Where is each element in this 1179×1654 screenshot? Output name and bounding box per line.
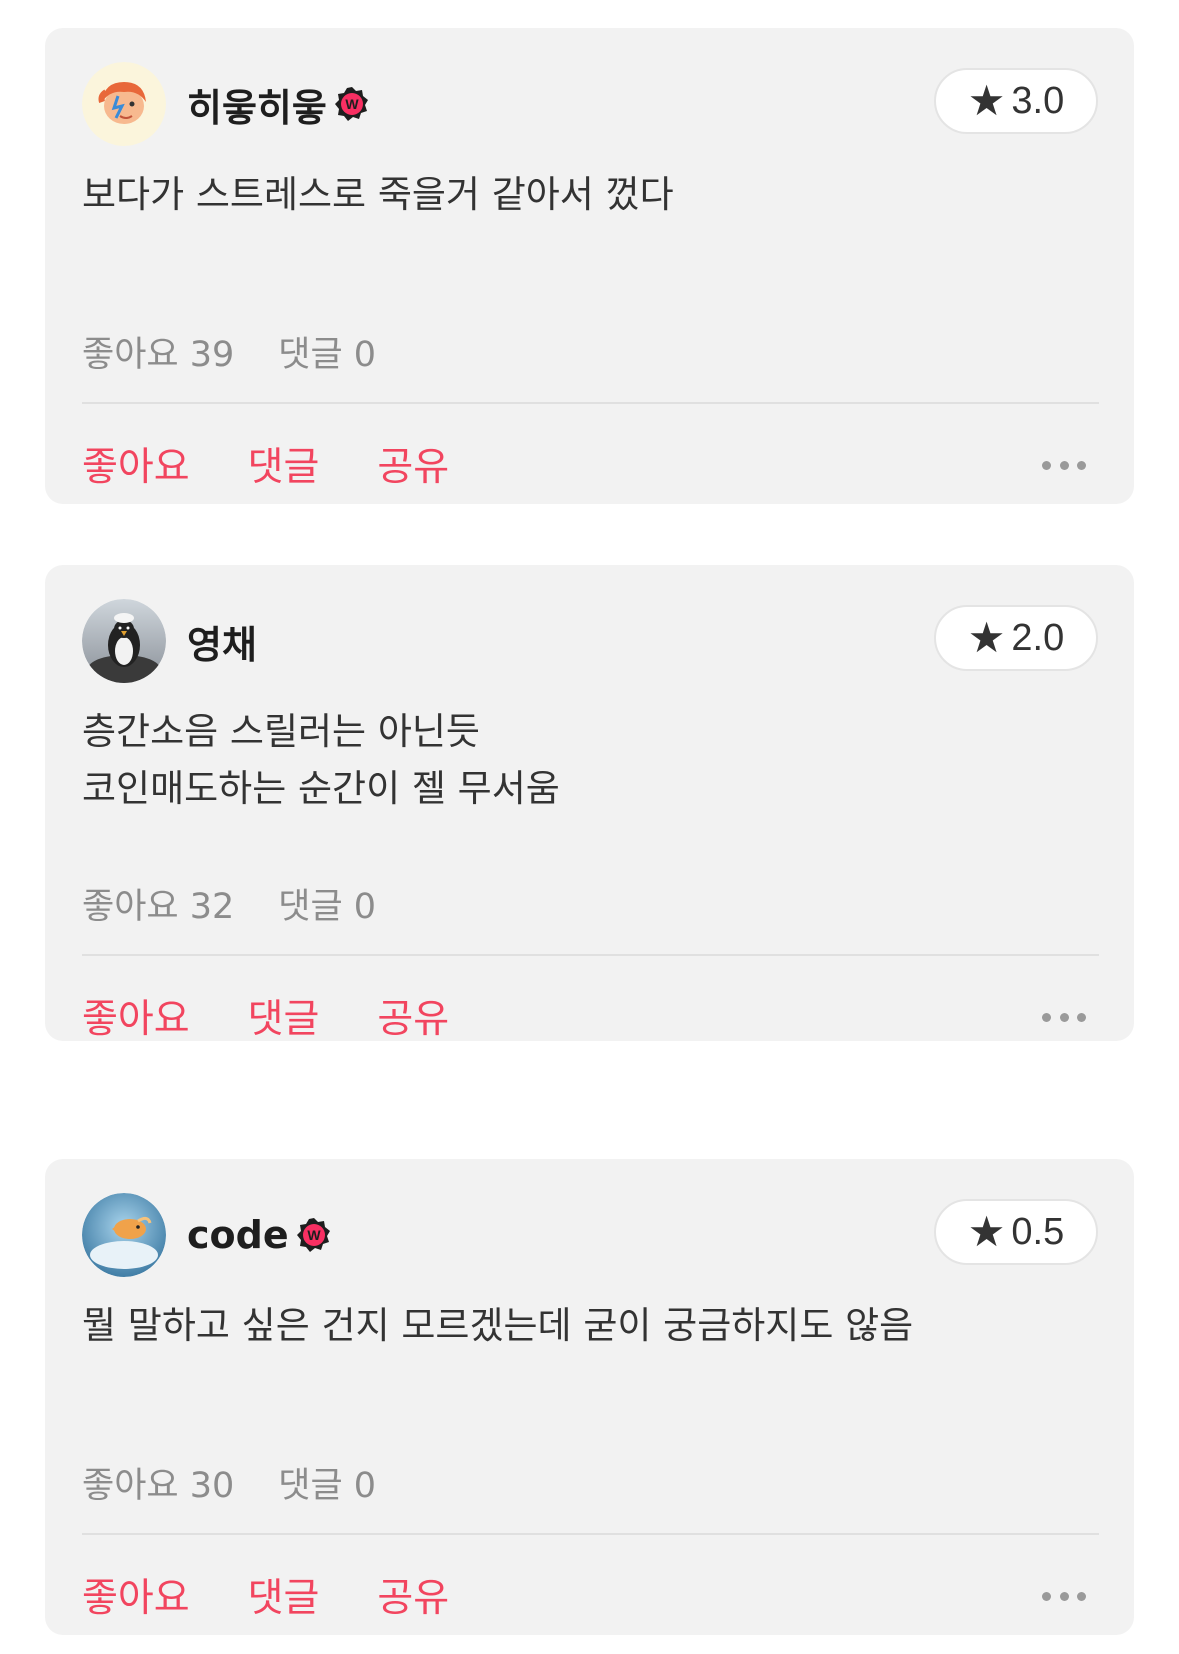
- comments-count: 댓글 0: [278, 1466, 377, 1506]
- username-row[interactable]: code W: [187, 1207, 333, 1263]
- avatar[interactable]: [82, 1193, 166, 1277]
- username-row[interactable]: 영채: [187, 613, 257, 669]
- review-stats: 좋아요 30 댓글 0: [82, 1457, 376, 1508]
- avatar[interactable]: [82, 599, 166, 683]
- action-bar: 좋아요 댓글 공유: [82, 436, 449, 492]
- review-text[interactable]: 층간소음 스릴러는 아닌듯 코인매도하는 순간이 젤 무서움: [82, 703, 560, 817]
- comments-count: 댓글 0: [278, 887, 377, 927]
- comment-button[interactable]: 댓글: [248, 436, 320, 492]
- review-card: 히읗히읗 W ★ 3.0 보다가 스트레스로 죽을거 같아서 껐다 좋아요 39…: [45, 28, 1134, 504]
- more-dots-icon[interactable]: [1042, 1012, 1086, 1022]
- review-text[interactable]: 보다가 스트레스로 죽을거 같아서 껐다: [82, 166, 674, 223]
- divider: [82, 954, 1099, 956]
- username[interactable]: 영채: [187, 614, 257, 669]
- share-button[interactable]: 공유: [377, 436, 449, 492]
- more-dots-icon[interactable]: [1042, 460, 1086, 470]
- like-button[interactable]: 좋아요: [82, 988, 190, 1044]
- likes-count: 좋아요 39: [82, 335, 235, 375]
- like-button[interactable]: 좋아요: [82, 1567, 190, 1623]
- rating-pill: ★ 0.5: [934, 1199, 1098, 1265]
- share-button[interactable]: 공유: [377, 988, 449, 1044]
- divider: [82, 1533, 1099, 1535]
- rating-value: 2.0: [1011, 616, 1065, 659]
- rating-value: 3.0: [1011, 79, 1065, 122]
- username[interactable]: code: [187, 1213, 289, 1257]
- likes-count: 좋아요 32: [82, 887, 235, 927]
- verified-badge-icon: W: [295, 1216, 333, 1254]
- like-button[interactable]: 좋아요: [82, 436, 190, 492]
- action-bar: 좋아요 댓글 공유: [82, 988, 449, 1044]
- username-row[interactable]: 히읗히읗 W: [187, 76, 371, 132]
- svg-text:W: W: [307, 1227, 321, 1243]
- divider: [82, 402, 1099, 404]
- username[interactable]: 히읗히읗: [187, 77, 327, 132]
- star-icon: ★: [967, 1207, 1006, 1256]
- rating-value: 0.5: [1011, 1210, 1065, 1253]
- comment-button[interactable]: 댓글: [248, 988, 320, 1044]
- rating-pill: ★ 3.0: [934, 68, 1098, 134]
- review-stats: 좋아요 39 댓글 0: [82, 326, 376, 377]
- more-dots-icon[interactable]: [1042, 1591, 1086, 1601]
- star-icon: ★: [967, 76, 1006, 125]
- share-button[interactable]: 공유: [377, 1567, 449, 1623]
- review-stats: 좋아요 32 댓글 0: [82, 878, 376, 929]
- review-text[interactable]: 뭘 말하고 싶은 건지 모르겠는데 굳이 궁금하지도 않음: [82, 1297, 913, 1354]
- review-card: code W ★ 0.5 뭘 말하고 싶은 건지 모르겠는데 굳이 궁금하지도 …: [45, 1159, 1134, 1635]
- review-card: 영채 ★ 2.0 층간소음 스릴러는 아닌듯 코인매도하는 순간이 젤 무서움 …: [45, 565, 1134, 1044]
- svg-text:W: W: [345, 96, 359, 112]
- comment-button[interactable]: 댓글: [248, 1567, 320, 1623]
- likes-count: 좋아요 30: [82, 1466, 235, 1506]
- action-bar: 좋아요 댓글 공유: [82, 1567, 449, 1623]
- avatar[interactable]: [82, 62, 166, 146]
- comments-count: 댓글 0: [278, 335, 377, 375]
- star-icon: ★: [967, 613, 1006, 662]
- rating-pill: ★ 2.0: [934, 605, 1098, 671]
- verified-badge-icon: W: [333, 85, 371, 123]
